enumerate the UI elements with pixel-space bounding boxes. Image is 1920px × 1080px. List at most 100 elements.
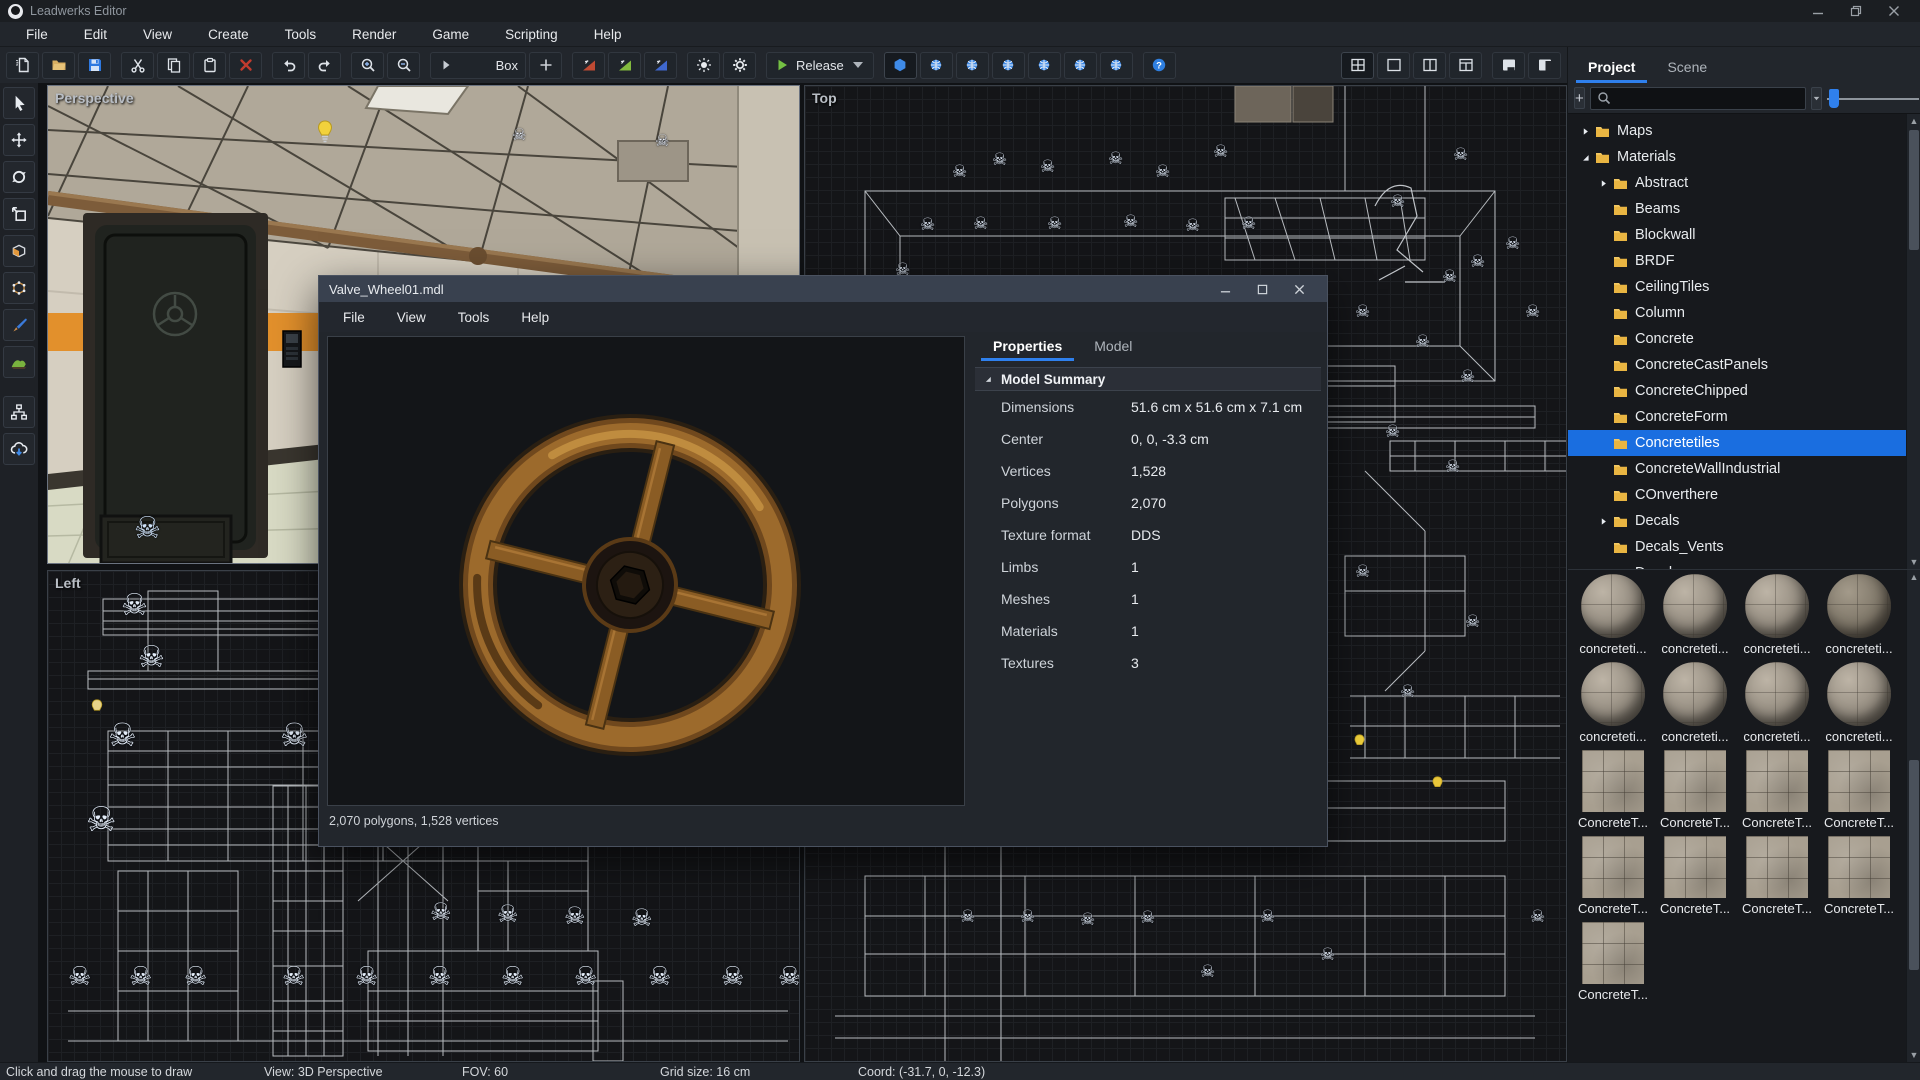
layout-tsplit-button[interactable]	[1449, 52, 1482, 79]
window-titlebar[interactable]: Leadwerks Editor	[0, 0, 1920, 22]
dialog-menu-help[interactable]: Help	[505, 307, 565, 328]
search-filter-caret[interactable]	[1811, 87, 1822, 110]
tree-item-concretechipped[interactable]: ConcreteChipped	[1568, 378, 1906, 404]
rotate-tool-button[interactable]	[3, 161, 35, 193]
assets-scrollbar[interactable]: ▲ ▼	[1906, 570, 1920, 1062]
dialog-minimize-button[interactable]	[1220, 284, 1231, 295]
tree-item-beams[interactable]: Beams	[1568, 196, 1906, 222]
dialog-menu-file[interactable]: File	[327, 307, 381, 328]
close-button[interactable]	[1888, 5, 1900, 17]
search-input[interactable]	[1620, 90, 1800, 107]
dialog-menu-view[interactable]: View	[381, 307, 442, 328]
tree-item-decals_vents[interactable]: Decals_Vents	[1568, 534, 1906, 560]
scroll-up-icon[interactable]: ▲	[1907, 570, 1920, 584]
material-thumbnail[interactable]: concreteti...	[1572, 662, 1654, 744]
menu-tools[interactable]: Tools	[267, 24, 335, 45]
tree-item-column[interactable]: Column	[1568, 300, 1906, 326]
dialog-tab-model[interactable]: Model	[1080, 334, 1146, 361]
texture-thumbnail[interactable]: ConcreteT...	[1654, 750, 1736, 830]
menu-create[interactable]: Create	[190, 24, 267, 45]
zoom-out-button[interactable]	[387, 52, 420, 79]
ramp-green-button[interactable]	[608, 52, 641, 79]
undo-button[interactable]	[272, 52, 305, 79]
tree-item-concrete[interactable]: Concrete	[1568, 326, 1906, 352]
copy-button[interactable]	[157, 52, 190, 79]
texture-thumbnail[interactable]: ConcreteT...	[1572, 922, 1654, 1002]
menu-view[interactable]: View	[125, 24, 190, 45]
tree-item-developer[interactable]: Developer	[1568, 560, 1906, 569]
terrain-tool-button[interactable]	[3, 346, 35, 378]
manip-sphere-button[interactable]	[1064, 52, 1097, 79]
material-thumbnail[interactable]: concreteti...	[1818, 574, 1900, 656]
texture-thumbnail[interactable]: ConcreteT...	[1572, 836, 1654, 916]
texture-thumbnail[interactable]: ConcreteT...	[1736, 836, 1818, 916]
delete-button[interactable]	[229, 52, 262, 79]
tree-item-brdf[interactable]: BRDF	[1568, 248, 1906, 274]
texture-thumbnail[interactable]: ConcreteT...	[1572, 750, 1654, 830]
gear-button[interactable]	[723, 52, 756, 79]
tree-item-converthere[interactable]: COnverthere	[1568, 482, 1906, 508]
tree-collapsed-caret-icon[interactable]	[1578, 124, 1592, 138]
tree-item-abstract[interactable]: Abstract	[1568, 170, 1906, 196]
manip-sphere-button[interactable]	[956, 52, 989, 79]
manip-sphere-button[interactable]	[992, 52, 1025, 79]
move-tool-button[interactable]	[3, 124, 35, 156]
cut-button[interactable]	[121, 52, 154, 79]
paint-tool-button[interactable]	[3, 309, 35, 341]
ramp-red-button[interactable]	[572, 52, 605, 79]
tree-expanded-caret-icon[interactable]	[1578, 150, 1592, 164]
material-thumbnail[interactable]: concreteti...	[1818, 662, 1900, 744]
material-thumbnail[interactable]: concreteti...	[1654, 574, 1736, 656]
zoom-in-button[interactable]	[351, 52, 384, 79]
tree-item-blockwall[interactable]: Blockwall	[1568, 222, 1906, 248]
face-select-tool-button[interactable]	[3, 235, 35, 267]
tab-project[interactable]: Project	[1574, 53, 1649, 83]
dialog-tab-properties[interactable]: Properties	[979, 334, 1076, 361]
open-folder-button[interactable]	[42, 52, 75, 79]
material-thumbnail[interactable]: concreteti...	[1736, 662, 1818, 744]
tree-item-maps[interactable]: Maps	[1568, 118, 1906, 144]
menu-help[interactable]: Help	[576, 24, 640, 45]
build-release-button[interactable]: Release	[766, 52, 874, 79]
model-summary-header[interactable]: Model Summary	[975, 367, 1321, 391]
dialog-menu-tools[interactable]: Tools	[442, 307, 506, 328]
tree-item-ceilingtiles[interactable]: CeilingTiles	[1568, 274, 1906, 300]
sphere-solid-button[interactable]	[884, 52, 917, 79]
dialog-maximize-button[interactable]	[1257, 284, 1268, 295]
dialog-close-button[interactable]	[1294, 284, 1305, 295]
thumbnail-size-slider[interactable]	[1827, 87, 1920, 110]
model-preview-canvas[interactable]	[327, 336, 965, 806]
scrollbar-thumb[interactable]	[1909, 130, 1919, 250]
material-thumbnail[interactable]: concreteti...	[1572, 574, 1654, 656]
scroll-down-icon[interactable]: ▼	[1907, 1048, 1920, 1062]
layout-quad-button[interactable]	[1341, 52, 1374, 79]
help-button[interactable]: ?	[1143, 52, 1176, 79]
new-file-button[interactable]	[6, 52, 39, 79]
texture-thumbnail[interactable]: ConcreteT...	[1818, 750, 1900, 830]
primitive-box-button[interactable]: Box	[430, 52, 526, 79]
tree-scrollbar[interactable]: ▲ ▼	[1906, 114, 1920, 569]
restore-button[interactable]	[1850, 5, 1862, 17]
cloud-download-tool-button[interactable]	[3, 433, 35, 465]
tree-item-concretecastpanels[interactable]: ConcreteCastPanels	[1568, 352, 1906, 378]
scrollbar-thumb[interactable]	[1909, 760, 1919, 970]
tab-scene[interactable]: Scene	[1653, 53, 1721, 83]
sun-button[interactable]	[687, 52, 720, 79]
layout-2col-button[interactable]	[1413, 52, 1446, 79]
tree-item-concretewallindustrial[interactable]: ConcreteWallIndustrial	[1568, 456, 1906, 482]
menu-edit[interactable]: Edit	[66, 24, 125, 45]
tree-item-decals[interactable]: Decals	[1568, 508, 1906, 534]
vertex-select-tool-button[interactable]	[3, 272, 35, 304]
manip-sphere-button[interactable]	[1100, 52, 1133, 79]
layout-single-button[interactable]	[1377, 52, 1410, 79]
tree-item-concretetiles[interactable]: Concretetiles	[1568, 430, 1906, 456]
manip-sphere-button[interactable]	[920, 52, 953, 79]
save-button[interactable]	[78, 52, 111, 79]
menu-scripting[interactable]: Scripting	[487, 24, 576, 45]
tree-collapsed-caret-icon[interactable]	[1596, 514, 1610, 528]
ramp-blue-button[interactable]	[644, 52, 677, 79]
texture-thumbnail[interactable]: ConcreteT...	[1654, 836, 1736, 916]
tree-collapsed-caret-icon[interactable]	[1596, 176, 1610, 190]
texture-thumbnail[interactable]: ConcreteT...	[1818, 836, 1900, 916]
hierarchy-tool-button[interactable]	[3, 396, 35, 428]
